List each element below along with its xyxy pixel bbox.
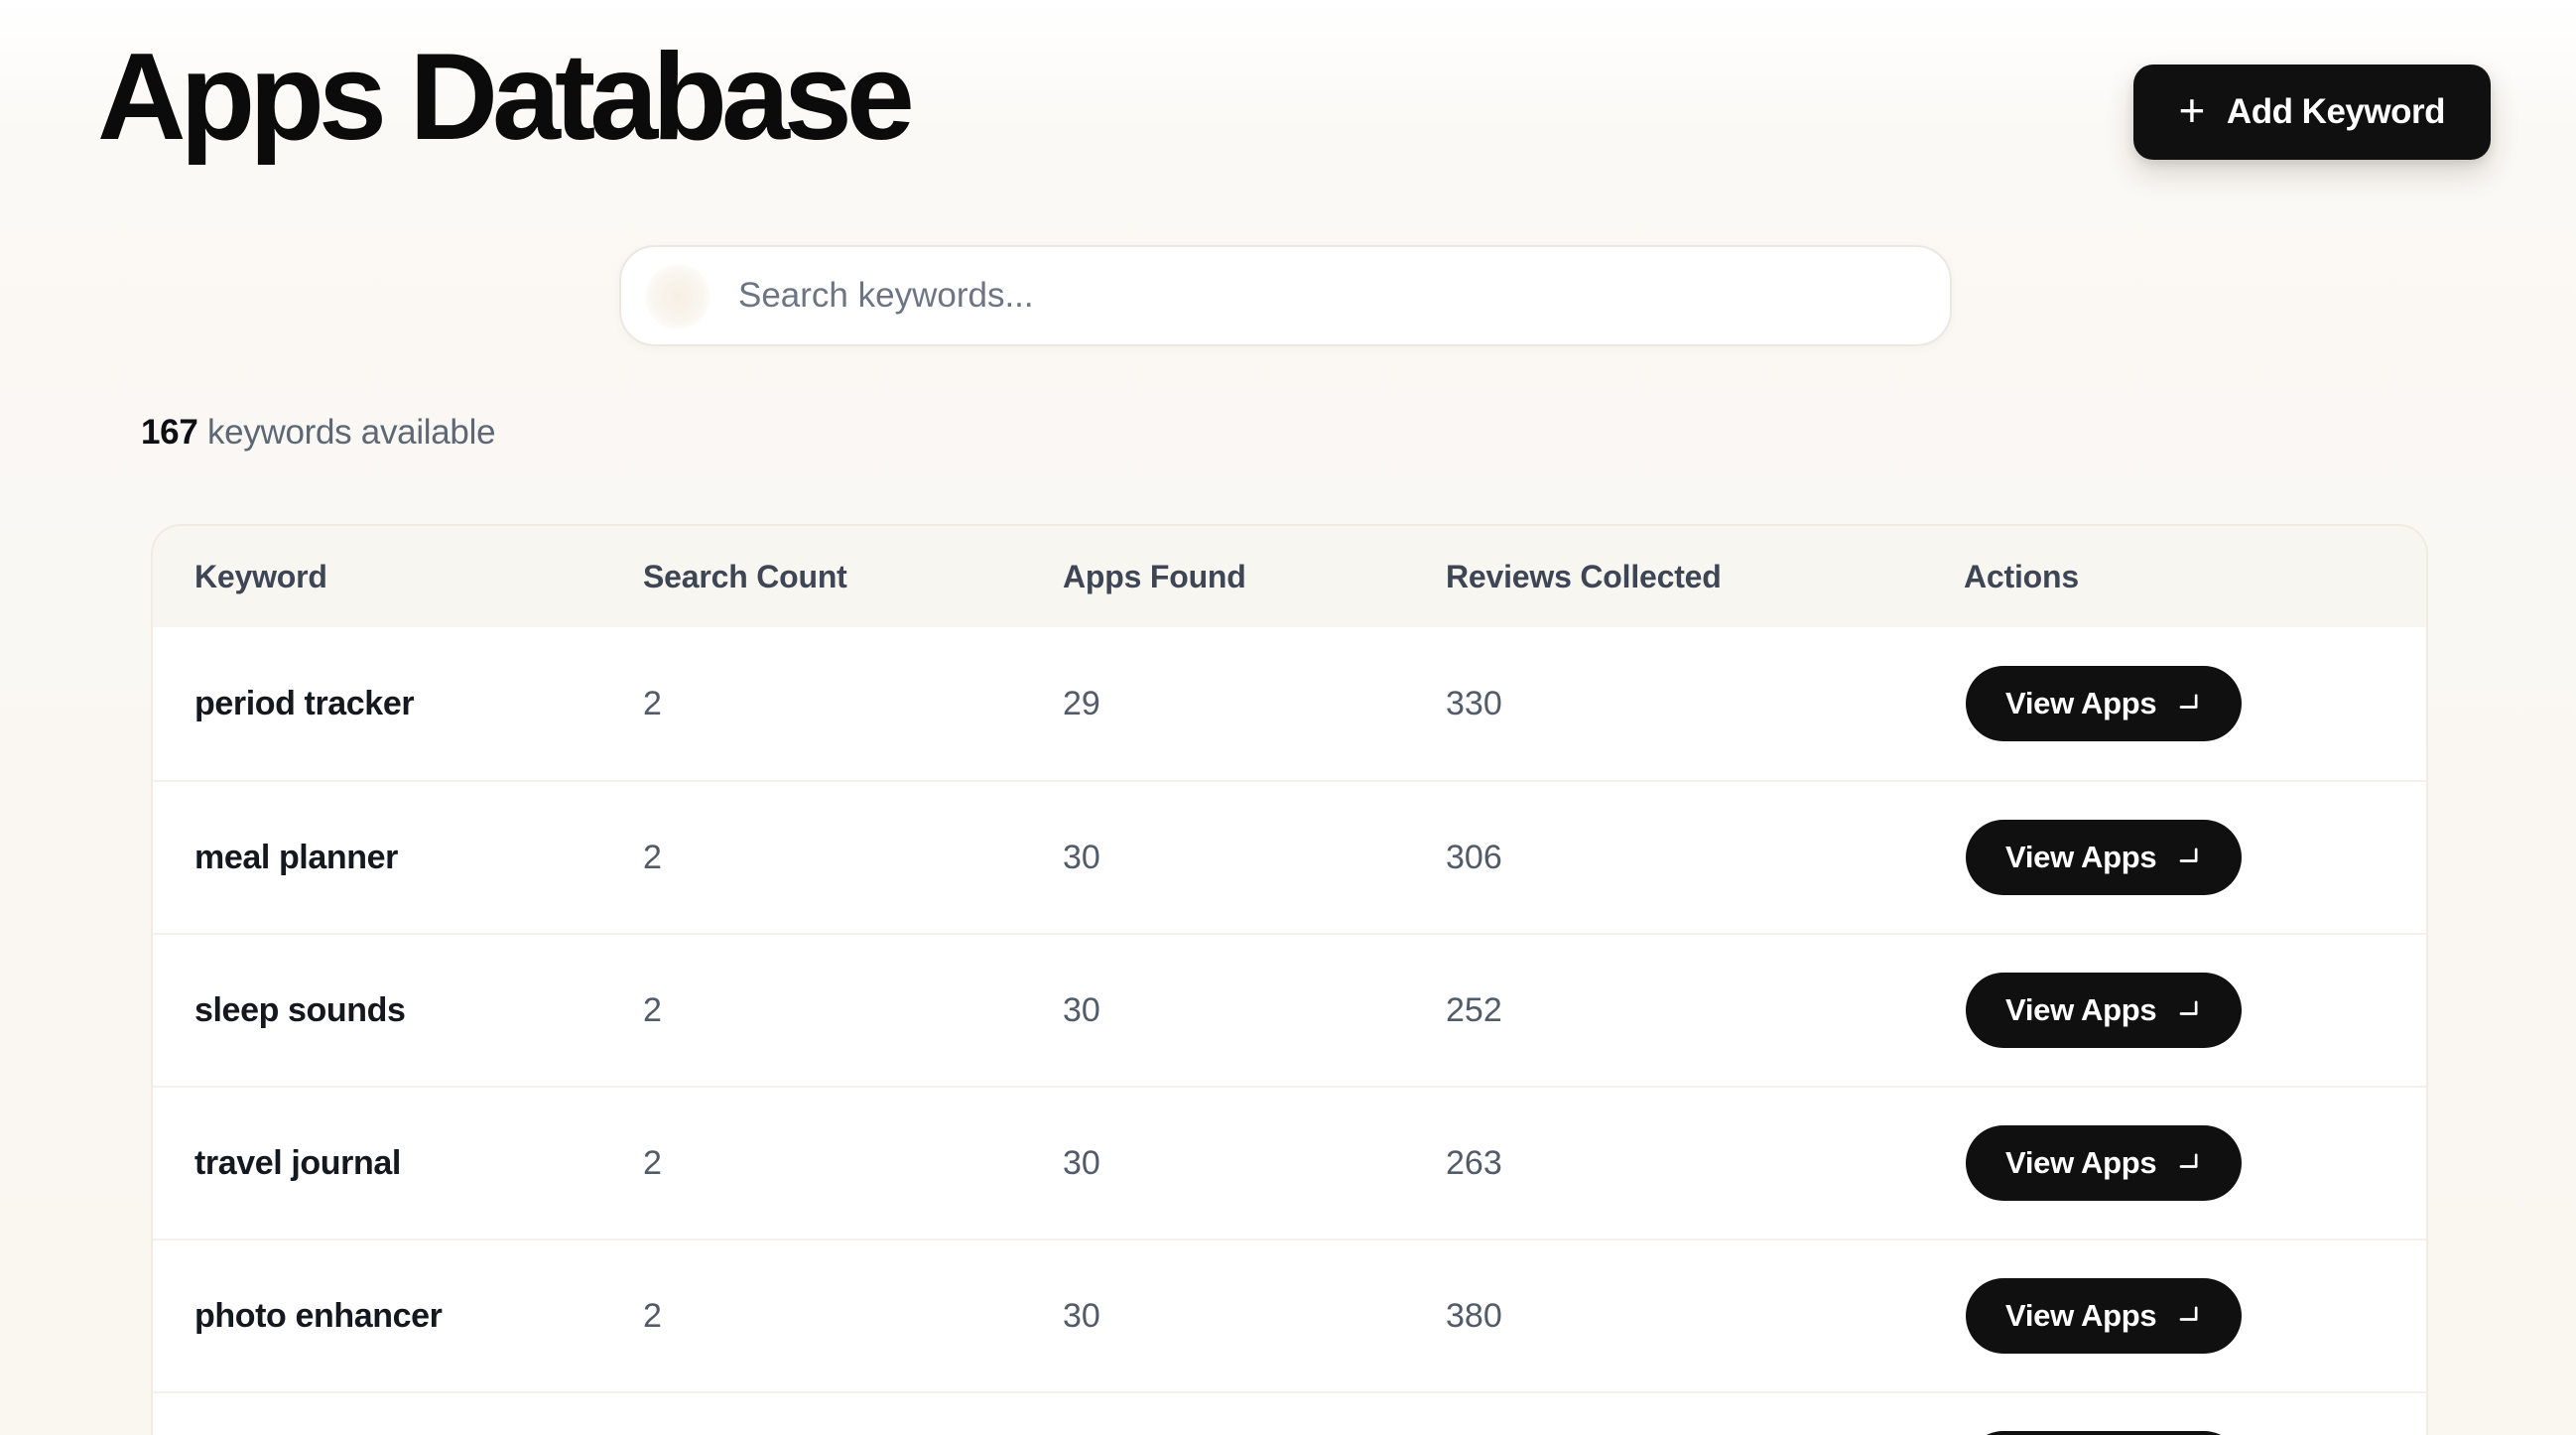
table-row: meal planner 2 30 306 View Apps: [153, 780, 2426, 933]
apps-found-cell: 29: [1063, 685, 1446, 723]
page-title: Apps Database: [97, 30, 909, 165]
apps-found-cell: 30: [1063, 839, 1446, 877]
keyword-cell: meal planner: [194, 839, 643, 877]
column-header-reviews-collected: Reviews Collected: [1446, 559, 1964, 595]
column-header-actions: Actions: [1964, 559, 2426, 595]
return-icon: [2174, 1149, 2202, 1177]
actions-cell: View Apps: [1964, 1431, 2426, 1435]
return-icon: [2174, 844, 2202, 871]
actions-cell: View Apps: [1964, 1278, 2426, 1354]
reviews-collected-cell: 263: [1446, 1144, 1964, 1183]
apps-found-cell: 30: [1063, 991, 1446, 1030]
table-row: period tracker 2 29 330 View Apps: [153, 627, 2426, 780]
keyword-cell: period tracker: [194, 685, 643, 723]
table-header-row: Keyword Search Count Apps Found Reviews …: [153, 526, 2426, 627]
reviews-collected-cell: 380: [1446, 1297, 1964, 1336]
view-apps-button[interactable]: View Apps: [1966, 973, 2242, 1048]
apps-found-cell: 30: [1063, 1297, 1446, 1336]
view-apps-button[interactable]: View Apps: [1966, 1431, 2242, 1435]
column-header-search-count: Search Count: [643, 559, 1063, 595]
view-apps-button[interactable]: View Apps: [1966, 1125, 2242, 1201]
view-apps-label: View Apps: [2005, 840, 2156, 875]
view-apps-button[interactable]: View Apps: [1966, 820, 2242, 895]
actions-cell: View Apps: [1964, 973, 2426, 1048]
view-apps-label: View Apps: [2005, 1298, 2156, 1334]
column-header-apps-found: Apps Found: [1063, 559, 1446, 595]
table-row: photo enhancer 2 30 380 View Apps: [153, 1239, 2426, 1391]
reviews-collected-cell: 252: [1446, 991, 1964, 1030]
search-count-cell: 2: [643, 685, 1063, 723]
view-apps-label: View Apps: [2005, 686, 2156, 721]
apps-found-cell: 30: [1063, 1144, 1446, 1183]
keyword-cell: travel journal: [194, 1144, 643, 1183]
return-icon: [2174, 996, 2202, 1024]
view-apps-label: View Apps: [2005, 992, 2156, 1028]
keywords-table-card: Keyword Search Count Apps Found Reviews …: [151, 524, 2428, 1435]
table-row: travel journal 2 30 263 View Apps: [153, 1086, 2426, 1239]
return-icon: [2174, 1302, 2202, 1330]
keyword-cell: sleep sounds: [194, 991, 643, 1030]
actions-cell: View Apps: [1964, 666, 2426, 741]
keywords-count: 167: [141, 413, 198, 452]
search-count-cell: 2: [643, 991, 1063, 1030]
plus-icon: +: [2179, 87, 2205, 133]
search-icon: [645, 264, 710, 329]
reviews-collected-cell: 306: [1446, 839, 1964, 877]
search-input[interactable]: [621, 247, 1950, 344]
reviews-collected-cell: 330: [1446, 685, 1964, 723]
table-row: View Apps: [153, 1391, 2426, 1435]
keywords-count-summary: 167 keywords available: [141, 413, 495, 453]
table-row: sleep sounds 2 30 252 View Apps: [153, 933, 2426, 1086]
table-body: period tracker 2 29 330 View Apps meal p…: [153, 627, 2426, 1435]
actions-cell: View Apps: [1964, 1125, 2426, 1201]
search-box: [619, 245, 1952, 346]
keywords-count-label: keywords available: [207, 413, 495, 452]
add-keyword-label: Add Keyword: [2227, 92, 2445, 132]
actions-cell: View Apps: [1964, 820, 2426, 895]
apps-database-page: Apps Database + Add Keyword 167 keywords…: [0, 0, 2576, 1435]
search-count-cell: 2: [643, 1297, 1063, 1336]
view-apps-label: View Apps: [2005, 1145, 2156, 1181]
return-icon: [2174, 690, 2202, 718]
add-keyword-button[interactable]: + Add Keyword: [2133, 65, 2491, 160]
column-header-keyword: Keyword: [194, 559, 643, 595]
search-count-cell: 2: [643, 1144, 1063, 1183]
view-apps-button[interactable]: View Apps: [1966, 1278, 2242, 1354]
search-count-cell: 2: [643, 839, 1063, 877]
keyword-cell: photo enhancer: [194, 1297, 643, 1336]
view-apps-button[interactable]: View Apps: [1966, 666, 2242, 741]
